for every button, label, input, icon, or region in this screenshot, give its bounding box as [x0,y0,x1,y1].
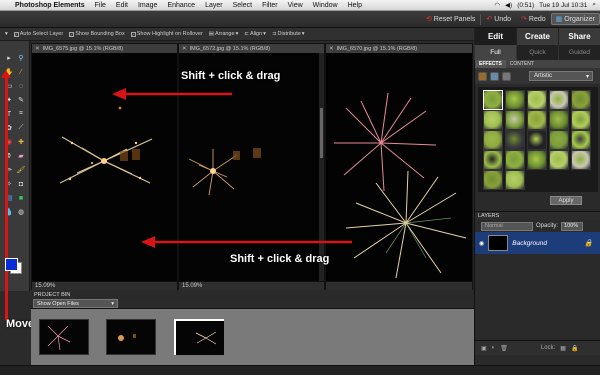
effect-thumbnail[interactable] [527,130,547,150]
lock-transparency-icon[interactable]: ▦ [560,345,566,352]
tab-content[interactable]: CONTENT [506,60,538,68]
project-bin [31,308,474,365]
eye-icon[interactable]: ◉ [479,240,484,247]
layer-name: Background [512,239,547,247]
effect-thumbnail[interactable] [483,90,503,110]
blend-mode-select[interactable]: Normal [481,221,533,231]
new-layer-icon[interactable]: ▣ [481,345,487,352]
effect-thumbnail[interactable] [505,150,525,170]
foreground-color-swatch[interactable] [5,258,18,271]
layer-thumbnail [488,235,509,251]
effect-thumbnail[interactable] [549,110,569,130]
delete-layer-icon[interactable]: 🗑 [500,345,508,352]
layers-panel-header[interactable]: LAYERS [475,211,600,220]
lock-icon: 🔒 [584,240,593,247]
effects-category-value: Artistic [534,73,552,79]
move-tool-pointer-line [5,75,8,320]
top-arrow [112,88,232,100]
opacity-label: Opacity: [536,223,559,229]
effect-thumbnail[interactable] [549,150,569,170]
layers-panel-footer: ▣ ◐ 🗑 Lock: ▦ 🔒 [475,340,600,355]
effect-thumbnail[interactable] [505,130,525,150]
bottom-arrow [141,236,352,248]
tab-effects[interactable]: EFFECTS [475,60,506,68]
photo-effects-icon[interactable] [502,71,511,81]
effect-thumbnail[interactable] [527,110,547,130]
effect-thumbnail[interactable] [571,130,591,150]
project-bin-filter-select[interactable]: Show Open Files ▾ [33,299,118,308]
chevron-down-icon: ▾ [111,300,114,307]
app-window: Photoshop Elements File Edit Image Enhan… [0,0,600,375]
effect-thumbnail[interactable] [549,90,569,110]
panel-bin: EFFECTS CONTENT Artistic ▾ Apply LAYERS N… [474,60,600,365]
effect-thumbnail[interactable] [571,90,591,110]
effects-panel-tabs: EFFECTS CONTENT [475,60,600,68]
effect-thumbnail[interactable] [505,170,525,190]
annotation-bottom-label: Shift + click & drag [230,253,330,265]
effect-thumbnail[interactable] [483,110,503,130]
apply-button[interactable]: Apply [550,196,582,205]
effect-thumbnail[interactable] [527,150,547,170]
adjustment-layer-icon[interactable]: ◐ [492,345,496,351]
effect-thumbnail[interactable] [571,110,591,130]
effect-thumbnail[interactable] [483,130,503,150]
effect-thumbnail[interactable] [505,110,525,130]
move-tool-pointer-arrowhead [1,70,11,78]
layers-options-row: Normal Opacity: 100% [475,220,600,232]
bin-thumbnail[interactable] [106,319,156,355]
effect-thumbnail[interactable] [549,130,569,150]
effects-category-select[interactable]: Artistic ▾ [529,71,593,81]
lock-label: Lock: [540,345,556,351]
layer-row-background[interactable]: ◉ Background 🔒 [475,232,600,254]
opacity-input[interactable]: 100% [561,221,584,231]
effects-grid [478,87,598,192]
project-bin-header[interactable]: PROJECT BIN [31,290,474,299]
status-bar [0,365,600,375]
effect-thumbnail[interactable] [571,150,591,170]
annotation-top-label: Shift + click & drag [181,70,281,82]
lock-all-icon[interactable]: 🔒 [571,345,578,352]
bin-thumbnail-selected[interactable] [174,319,224,355]
chevron-down-icon: ▾ [585,73,589,80]
filters-icon[interactable] [478,71,487,81]
effect-thumbnail[interactable] [483,170,503,190]
effect-thumbnail[interactable] [527,90,547,110]
project-bin-filter-value: Show Open Files [37,300,79,307]
layer-styles-icon[interactable] [490,71,499,81]
effect-thumbnail[interactable] [483,150,503,170]
bin-thumbnail[interactable] [39,319,89,355]
effect-thumbnail[interactable] [505,90,525,110]
